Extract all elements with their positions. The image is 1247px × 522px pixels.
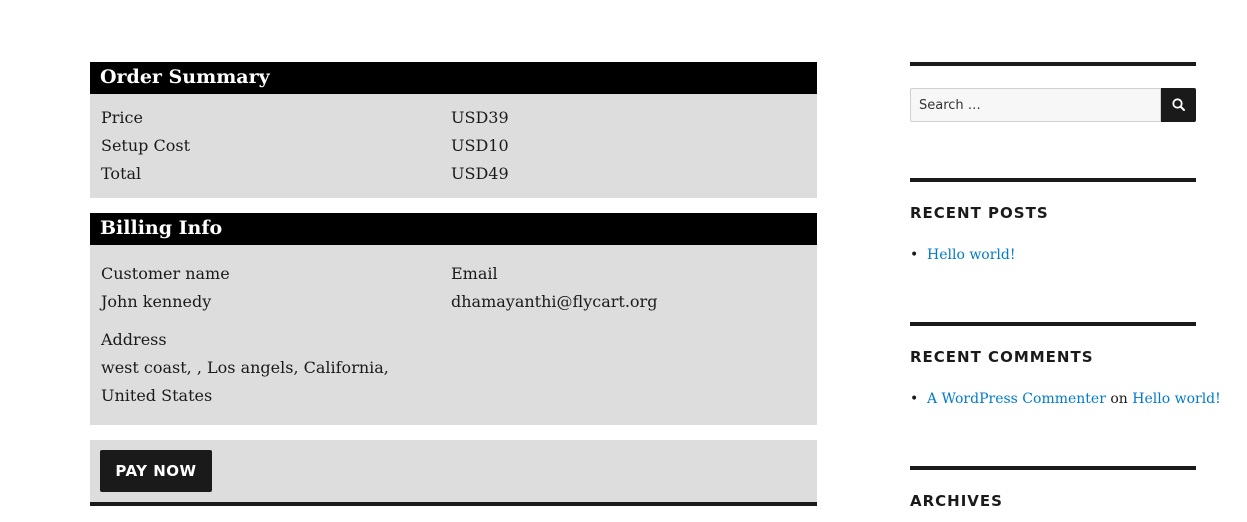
total-value: USD49 (451, 164, 509, 183)
customer-name-label: Customer name (101, 264, 230, 283)
order-summary-panel: Order Summary Price USD39 Setup Cost USD… (90, 62, 817, 198)
billing-info-panel: Billing Info Customer name Email John ke… (90, 213, 817, 425)
email-label: Email (451, 264, 498, 283)
order-summary-title: Order Summary (90, 62, 817, 94)
total-label: Total (101, 164, 142, 183)
comment-author-link[interactable]: A WordPress Commenter (927, 391, 1106, 407)
customer-name-value: John kennedy (101, 292, 212, 311)
billing-info-title: Billing Info (90, 213, 817, 245)
address-label: Address (101, 330, 167, 349)
search-input[interactable] (910, 88, 1161, 122)
recent-comments-divider (910, 322, 1196, 326)
list-item: Hello world! (910, 245, 1016, 265)
search-icon (1172, 98, 1185, 111)
pay-now-button[interactable]: PAY NOW (100, 450, 212, 492)
search-button[interactable] (1161, 88, 1196, 122)
price-label: Price (101, 108, 143, 127)
payment-bar: PAY NOW (90, 440, 817, 506)
recent-comments-list: A WordPress Commenter on Hello world! (910, 389, 1221, 409)
recent-posts-title: RECENT POSTS (910, 204, 1049, 222)
list-item: A WordPress Commenter on Hello world! (910, 389, 1221, 409)
archives-divider (910, 466, 1196, 470)
archives-title: ARCHIVES (910, 492, 1003, 510)
setup-cost-value: USD10 (451, 136, 509, 155)
price-value: USD39 (451, 108, 509, 127)
recent-posts-divider (910, 178, 1196, 182)
recent-post-link[interactable]: Hello world! (927, 247, 1016, 263)
recent-posts-list: Hello world! (910, 245, 1016, 265)
comment-connector: on (1110, 391, 1128, 407)
recent-comments-title: RECENT COMMENTS (910, 348, 1094, 366)
comment-post-link[interactable]: Hello world! (1132, 391, 1221, 407)
address-value: west coast, , Los angels, California, Un… (101, 358, 389, 405)
search-divider (910, 62, 1196, 66)
email-value: dhamayanthi@flycart.org (451, 292, 658, 311)
setup-cost-label: Setup Cost (101, 136, 191, 155)
